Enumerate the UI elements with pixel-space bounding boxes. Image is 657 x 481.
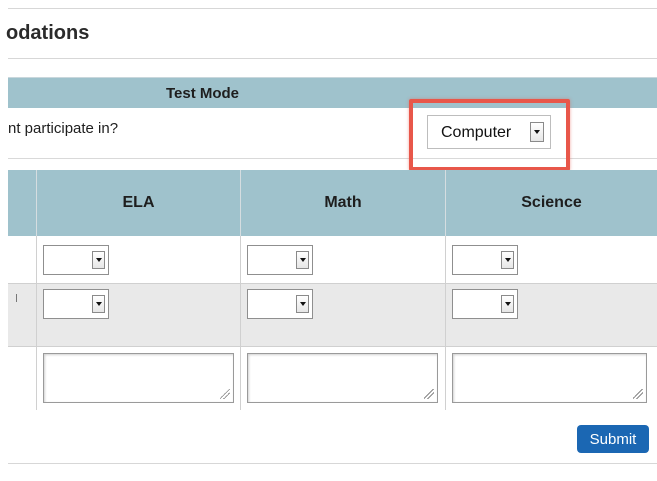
science-notes-textarea[interactable] <box>452 353 647 403</box>
column-header-science: Science <box>521 194 582 211</box>
title-divider <box>8 58 657 59</box>
chevron-down-icon[interactable] <box>92 251 105 269</box>
science-select[interactable] <box>452 289 518 319</box>
chevron-down-icon[interactable] <box>296 251 309 269</box>
ela-select[interactable] <box>43 245 109 275</box>
chevron-down-icon[interactable] <box>501 251 514 269</box>
column-divider <box>445 236 446 410</box>
header-divider <box>240 170 241 236</box>
chevron-down-icon[interactable] <box>501 295 514 313</box>
resize-grip-icon[interactable] <box>633 389 643 399</box>
accommodations-panel: odations Test Mode nt participate in? Co… <box>0 0 657 481</box>
math-notes-textarea[interactable] <box>247 353 438 403</box>
table-row <box>8 236 657 284</box>
resize-grip-icon[interactable] <box>424 389 434 399</box>
section-title: odations <box>6 22 90 44</box>
test-mode-header-label: Test Mode <box>165 85 240 102</box>
math-select[interactable] <box>247 245 313 275</box>
test-mode-question: nt participate in? <box>8 120 119 137</box>
math-select[interactable] <box>247 289 313 319</box>
column-header-ela: ELA <box>122 194 155 211</box>
header-divider <box>445 170 446 236</box>
science-select[interactable] <box>452 245 518 275</box>
column-header-math: Math <box>324 194 362 211</box>
resize-grip-icon[interactable] <box>220 389 230 399</box>
table-header-row: ELA Math Science <box>8 170 657 236</box>
ela-select[interactable] <box>43 289 109 319</box>
column-divider <box>240 236 241 410</box>
submit-button[interactable]: Submit <box>577 425 649 453</box>
bottom-divider <box>8 463 657 464</box>
ela-notes-textarea[interactable] <box>43 353 234 403</box>
top-divider <box>8 8 657 9</box>
chevron-down-icon[interactable] <box>296 295 309 313</box>
chevron-down-icon[interactable] <box>92 295 105 313</box>
column-divider <box>36 236 37 410</box>
header-divider <box>36 170 37 236</box>
table-row <box>8 347 657 410</box>
row-label-fragment <box>16 294 17 302</box>
highlight-annotation-box <box>409 99 570 171</box>
table-row <box>8 284 657 347</box>
